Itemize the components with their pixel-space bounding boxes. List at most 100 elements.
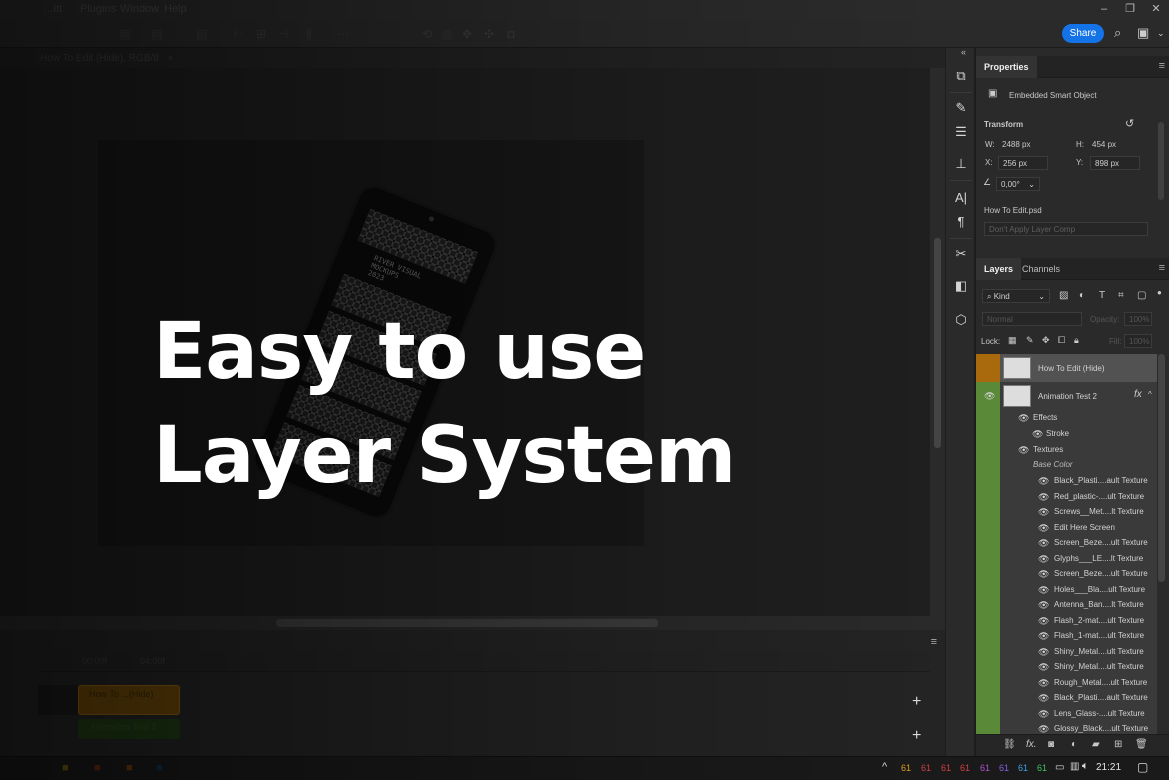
- visibility-eye-icon[interactable]: 👁︎: [1038, 538, 1049, 548]
- filter-adjustment-icon[interactable]: ◐: [1079, 290, 1085, 301]
- close-tab-icon[interactable]: ×: [168, 53, 174, 64]
- timeline-track-how-to[interactable]: How To ...(Hide): [78, 685, 180, 715]
- properties-scrollbar[interactable]: [1158, 122, 1164, 200]
- mask-icon[interactable]: ◙: [1048, 739, 1054, 751]
- filter-smart-icon[interactable]: ▢: [1137, 290, 1146, 301]
- layer-row[interactable]: How To Edit (Hide): [976, 354, 1157, 382]
- visibility-eye-icon[interactable]: 👁︎: [1038, 492, 1049, 502]
- sublayer-name[interactable]: Screen_Beze....ult Texture: [1054, 569, 1148, 578]
- menu-item-window[interactable]: Window: [120, 3, 159, 15]
- character-icon[interactable]: A|: [953, 190, 969, 206]
- height-value[interactable]: 454 px: [1092, 140, 1116, 149]
- 3d-roll-icon[interactable]: ◎: [440, 27, 454, 41]
- visibility-eye-icon[interactable]: 👁︎: [1018, 445, 1029, 455]
- filter-toggle-icon[interactable]: ●: [1157, 288, 1162, 297]
- volume-icon[interactable]: 🔈︎: [1082, 760, 1089, 773]
- collapse-icon[interactable]: «: [961, 47, 966, 57]
- new-layer-icon[interactable]: ⊞: [1114, 739, 1122, 751]
- layers-scrollbar[interactable]: [1158, 354, 1165, 582]
- battery-icon[interactable]: ▭: [1055, 762, 1064, 773]
- layer-name[interactable]: Animation Test 2: [1038, 392, 1097, 401]
- search-icon[interactable]: ⌕: [1114, 26, 1121, 40]
- 3d-cube-icon[interactable]: ⬡: [953, 312, 969, 328]
- width-value[interactable]: 2488 px: [1002, 140, 1030, 149]
- close-icon[interactable]: ✕: [1143, 0, 1169, 20]
- notification-icon[interactable]: ▢: [1137, 760, 1148, 774]
- fx-icon[interactable]: fx: [1134, 389, 1142, 400]
- chevron-up-icon[interactable]: ^: [1148, 390, 1152, 399]
- brush-icon[interactable]: ✎: [953, 100, 969, 116]
- lock-artboard-icon[interactable]: ⧠: [1058, 335, 1065, 346]
- sublayer-name[interactable]: Shiny_Metal....ult Texture: [1054, 647, 1144, 656]
- 3d-pan-icon[interactable]: ✥: [460, 27, 474, 41]
- adjustment-layer-icon[interactable]: ◐: [1071, 739, 1077, 751]
- visibility-eye-icon[interactable]: 👁︎: [1038, 709, 1049, 719]
- restore-icon[interactable]: ❐: [1117, 0, 1143, 20]
- visibility-eye-icon[interactable]: 👁︎: [1038, 616, 1049, 626]
- sublayer-name[interactable]: Flash_1-mat....ult Texture: [1054, 631, 1144, 640]
- align-icon[interactable]: ▤: [150, 27, 164, 41]
- more-icon[interactable]: ⋯: [336, 27, 350, 41]
- 3d-orbit-icon[interactable]: ⟲: [420, 27, 434, 41]
- filter-shape-icon[interactable]: ⌗: [1118, 290, 1124, 301]
- tray-expand-icon[interactable]: ^: [882, 761, 887, 773]
- reset-icon[interactable]: ↺: [1125, 117, 1134, 130]
- workspace-icon[interactable]: ▣: [1137, 26, 1149, 40]
- lock-all-icon[interactable]: 🔒︎: [1074, 335, 1079, 346]
- visibility-eye-icon[interactable]: 👁︎: [1038, 662, 1049, 672]
- sublayer-name[interactable]: Glossy_Black....ult Texture: [1054, 724, 1148, 733]
- lock-transparent-icon[interactable]: ▦: [1008, 335, 1017, 346]
- visibility-eye-icon[interactable]: 👁︎: [1038, 585, 1049, 595]
- fx-add-icon[interactable]: fx.: [1026, 739, 1037, 751]
- align-icon[interactable]: ▤: [118, 27, 132, 41]
- sublayer-name[interactable]: Flash_2-mat....ult Texture: [1054, 616, 1144, 625]
- folder-icon[interactable]: ■: [62, 762, 69, 774]
- add-media-icon[interactable]: +: [912, 694, 921, 710]
- libraries-icon[interactable]: ◧: [953, 278, 969, 294]
- visibility-eye-icon[interactable]: 👁︎: [1038, 647, 1049, 657]
- panel-menu-icon[interactable]: ≡: [1159, 60, 1165, 72]
- fill-field[interactable]: 100%: [1124, 334, 1152, 348]
- distribute-icon[interactable]: ⫼: [302, 27, 316, 41]
- filter-kind-dropdown[interactable]: ⌕ Kind ⌄: [982, 289, 1050, 303]
- visibility-eye-icon[interactable]: 👁︎: [1038, 693, 1049, 703]
- sublayer-name[interactable]: Rough_Metal....ult Texture: [1054, 678, 1147, 687]
- visibility-eye-icon[interactable]: 👁︎: [1038, 554, 1049, 564]
- chevron-down-icon[interactable]: ⌄: [1157, 26, 1165, 40]
- panel-menu-icon[interactable]: ≡: [931, 636, 937, 648]
- group-folder-icon[interactable]: ▰: [1092, 739, 1100, 751]
- app-icon[interactable]: ■: [126, 762, 133, 774]
- photoshop-icon[interactable]: ■: [156, 762, 163, 774]
- sublayer-name[interactable]: Screen_Beze....ult Texture: [1054, 538, 1148, 547]
- paragraph-icon[interactable]: ¶: [953, 214, 969, 230]
- share-button[interactable]: Share: [1062, 24, 1104, 43]
- app-icon[interactable]: ■: [94, 762, 101, 774]
- sublayer-name[interactable]: Black_Plasti....ault Texture: [1054, 693, 1148, 702]
- layer-comp-dropdown[interactable]: Don't Apply Layer Comp: [984, 222, 1148, 236]
- link-icon[interactable]: ⛓︎: [1003, 739, 1016, 751]
- visibility-eye-icon[interactable]: 👁︎: [1038, 569, 1049, 579]
- visibility-eye-icon[interactable]: 👁︎: [1038, 507, 1049, 517]
- sublayer-name[interactable]: Lens_Glass-....ult Texture: [1054, 709, 1145, 718]
- sublayer-name[interactable]: Black_Plasti....ault Texture: [1054, 476, 1148, 485]
- history-icon[interactable]: ⧉: [953, 68, 969, 84]
- visibility-eye-icon[interactable]: 👁︎: [984, 391, 995, 401]
- x-field[interactable]: 256 px: [998, 156, 1048, 170]
- adjustments-icon[interactable]: ☰: [953, 124, 969, 140]
- lock-position-icon[interactable]: ✥: [1042, 335, 1050, 346]
- sublayer-name[interactable]: Screws__Met....lt Texture: [1054, 507, 1144, 516]
- tab-properties[interactable]: Properties: [976, 56, 1037, 78]
- stamp-icon[interactable]: ⊥: [953, 156, 969, 172]
- sublayer-name[interactable]: Red_plastic-....ult Texture: [1054, 492, 1144, 501]
- timeline-track-animation[interactable]: Animation Test 2: [78, 719, 180, 739]
- document-tab[interactable]: How To Edit (Hide), RGB/8 ×: [40, 50, 173, 68]
- canvas-horizontal-scrollbar[interactable]: [0, 616, 945, 630]
- filter-pixel-icon[interactable]: ▨: [1059, 290, 1068, 301]
- canvas-vertical-scrollbar[interactable]: [930, 68, 945, 616]
- add-media-icon[interactable]: +: [912, 728, 921, 744]
- timeline-ruler[interactable]: [40, 650, 930, 672]
- tools-icon[interactable]: ✂: [953, 246, 969, 262]
- filter-type-icon[interactable]: T: [1099, 290, 1105, 301]
- visibility-eye-icon[interactable]: 👁︎: [1038, 678, 1049, 688]
- 3d-camera-icon[interactable]: ◘: [504, 27, 518, 41]
